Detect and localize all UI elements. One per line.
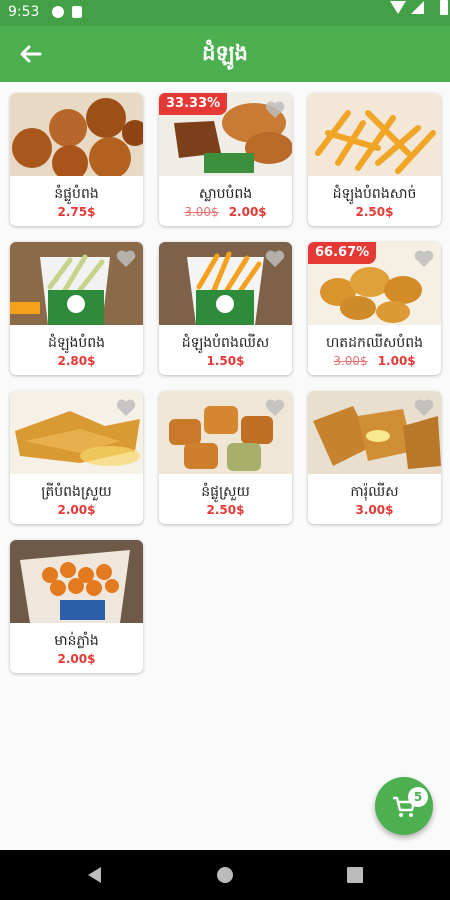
product-price: 1.50$ [206, 354, 245, 368]
battery-icon [440, 0, 448, 15]
price-row: 1.50$ [159, 354, 292, 368]
product-name: នំផ្លូស្រួយ [201, 484, 250, 500]
sd-card-icon [72, 6, 82, 18]
product-image [10, 391, 143, 474]
discount-badge: 33.33% [159, 93, 228, 115]
product-price: 2.80$ [57, 354, 96, 368]
product-name: ការ៉ុឈីស [350, 484, 399, 500]
product-price: 2.75$ [57, 205, 96, 219]
product-name: ហតដកឈីសបំពង [325, 335, 424, 351]
product-price: 2.00$ [57, 503, 96, 517]
product-name: ស្លាបបំពង [198, 186, 253, 202]
product-price: 3.00$ [355, 503, 394, 517]
product-image [308, 391, 441, 474]
page-title: ដំឡូង [202, 41, 248, 65]
product-name: ដំឡូងបំពង [47, 335, 106, 351]
product-price: 2.50$ [355, 205, 394, 219]
wifi-icon [390, 1, 406, 14]
app-bar: ដំឡូង [0, 26, 450, 82]
price-row: 3.00$ [308, 503, 441, 517]
system-nav-bar [0, 850, 450, 900]
product-price: 2.00$ [228, 205, 267, 219]
product-card[interactable]: ដំឡូងបំពង 2.80$ [10, 242, 143, 375]
product-card[interactable]: ត្រីបំពងស្រួយ 2.00$ [10, 391, 143, 524]
notification-icon [52, 6, 64, 18]
product-image [159, 242, 292, 325]
price-row: 2.75$ [10, 205, 143, 219]
product-image [10, 242, 143, 325]
product-name: ដំឡូងបំពងឈីស [181, 335, 270, 351]
product-image: 66.67% [308, 242, 441, 325]
cart-count-badge: 5 [408, 787, 428, 807]
price-row: 2.50$ [308, 205, 441, 219]
nav-back-icon[interactable] [88, 867, 101, 883]
product-card[interactable]: នំផ្លូស្រួយ 2.50$ [159, 391, 292, 524]
nav-home-icon[interactable] [217, 867, 233, 883]
product-card[interactable]: ដំឡូងបំពងសាច់ 2.50$ [308, 93, 441, 226]
discount-badge: 66.67% [308, 242, 377, 264]
price-row: 2.00$ [10, 652, 143, 666]
product-image [308, 93, 441, 176]
product-card[interactable]: នំផ្លូបំពង 2.75$ [10, 93, 143, 226]
price-row: 3.00$ 1.00$ [308, 354, 441, 368]
signal-icon [411, 1, 424, 14]
product-card[interactable]: មាន់ភ្លាំង 2.00$ [10, 540, 143, 673]
favorite-heart-icon[interactable] [264, 397, 286, 417]
product-card[interactable]: 33.33% ស្លាបបំពង 3.00$ 2.00$ [159, 93, 292, 226]
product-image [10, 540, 143, 623]
favorite-heart-icon[interactable] [264, 99, 286, 119]
product-price: 1.00$ [377, 354, 416, 368]
product-price: 2.50$ [206, 503, 245, 517]
favorite-heart-icon[interactable] [264, 248, 286, 268]
favorite-heart-icon[interactable] [115, 397, 137, 417]
price-row: 2.80$ [10, 354, 143, 368]
favorite-heart-icon[interactable] [413, 248, 435, 268]
favorite-heart-icon[interactable] [413, 397, 435, 417]
product-name: នំផ្លូបំពង [54, 186, 99, 202]
cart-button[interactable]: 5 [375, 777, 433, 835]
status-bar: 9:53 [0, 0, 450, 26]
status-time: 9:53 [8, 4, 40, 20]
product-card[interactable]: ដំឡូងបំពងឈីស 1.50$ [159, 242, 292, 375]
product-card[interactable]: ការ៉ុឈីស 3.00$ [308, 391, 441, 524]
product-price: 2.00$ [57, 652, 96, 666]
product-image [10, 93, 143, 176]
price-row: 2.50$ [159, 503, 292, 517]
price-row: 2.00$ [10, 503, 143, 517]
product-image [159, 391, 292, 474]
product-card[interactable]: 66.67% ហតដកឈីសបំពង 3.00$ 1.00$ [308, 242, 441, 375]
original-price: 3.00$ [184, 205, 219, 219]
price-row: 3.00$ 2.00$ [159, 205, 292, 219]
product-name: មាន់ភ្លាំង [54, 633, 99, 649]
favorite-heart-icon[interactable] [115, 248, 137, 268]
product-name: ដំឡូងបំពងសាច់ [332, 186, 417, 202]
nav-recents-icon[interactable] [347, 867, 363, 883]
original-price: 3.00$ [333, 354, 368, 368]
product-name: ត្រីបំពងស្រួយ [41, 484, 112, 500]
product-image: 33.33% [159, 93, 292, 176]
